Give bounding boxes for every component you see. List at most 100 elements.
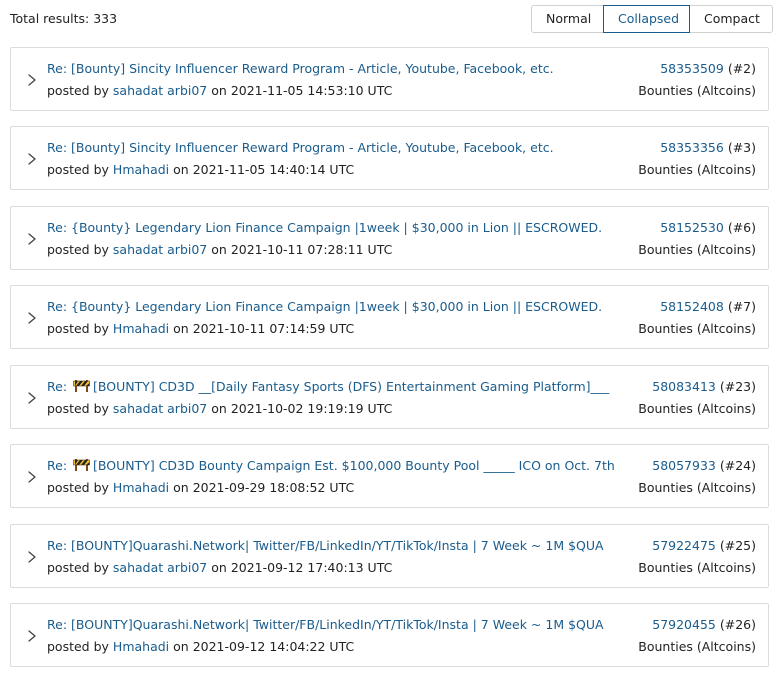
result-title-link[interactable]: Re: [BOUNTY]Quarashi.Network| Twitter/FB… xyxy=(47,538,604,553)
view-normal-button[interactable]: Normal xyxy=(531,5,604,33)
on-label: on xyxy=(211,83,227,98)
posted-by-label: posted by xyxy=(47,242,109,257)
author-link[interactable]: sahadat arbi07 xyxy=(113,560,207,575)
message-seq: (#3) xyxy=(727,140,756,155)
title-text: [Bounty] Sincity Influencer Reward Progr… xyxy=(71,140,554,155)
total-results-label: Total results: 333 xyxy=(10,11,118,26)
title-prefix: Re: xyxy=(47,617,71,632)
message-ref: 58152530 (#6) xyxy=(660,220,756,235)
posted-by-label: posted by xyxy=(47,639,109,654)
construction-barrier-icon xyxy=(73,458,90,472)
construction-barrier-icon xyxy=(73,379,90,393)
chevron-right-icon[interactable] xyxy=(25,73,39,87)
on-label: on xyxy=(173,480,189,495)
author-link[interactable]: sahadat arbi07 xyxy=(113,83,207,98)
author-link[interactable]: Hmahadi xyxy=(113,321,169,336)
author-link[interactable]: Hmahadi xyxy=(113,639,169,654)
message-ref: 57922475 (#25) xyxy=(652,538,756,553)
message-seq: (#24) xyxy=(719,458,756,473)
post-date: 2021-10-02 19:19:19 UTC xyxy=(230,401,393,416)
result-title-link[interactable]: Re: [BOUNTY] CD3D __[Daily Fantasy Sport… xyxy=(47,379,609,394)
on-label: on xyxy=(173,162,189,177)
title-text: {Bounty} Legendary Lion Finance Campaign… xyxy=(71,299,603,314)
board-name: Bounties (Altcoins) xyxy=(638,480,756,495)
posted-by-label: posted by xyxy=(47,162,109,177)
result-card: Re: [BOUNTY]Quarashi.Network| Twitter/FB… xyxy=(10,603,769,667)
chevron-right-icon[interactable] xyxy=(25,311,39,325)
title-prefix: Re: xyxy=(47,538,71,553)
message-ref: 58353509 (#2) xyxy=(660,61,756,76)
message-id-link[interactable]: 58057933 xyxy=(652,458,716,473)
result-title-link[interactable]: Re: [Bounty] Sincity Influencer Reward P… xyxy=(47,61,554,76)
chevron-right-icon[interactable] xyxy=(25,232,39,246)
post-meta: posted by sahadat arbi07 on 2021-11-05 1… xyxy=(47,83,392,98)
title-text: {Bounty} Legendary Lion Finance Campaign… xyxy=(71,220,603,235)
post-date: 2021-09-12 17:40:13 UTC xyxy=(230,560,393,575)
board-name: Bounties (Altcoins) xyxy=(638,83,756,98)
message-ref: 57920455 (#26) xyxy=(652,617,756,632)
message-seq: (#6) xyxy=(727,220,756,235)
board-name: Bounties (Altcoins) xyxy=(638,242,756,257)
post-date: 2021-10-11 07:28:11 UTC xyxy=(230,242,393,257)
message-seq: (#25) xyxy=(719,538,756,553)
posted-by-label: posted by xyxy=(47,560,109,575)
title-text: [BOUNTY] CD3D Bounty Campaign Est. $100,… xyxy=(93,458,615,473)
chevron-right-icon[interactable] xyxy=(25,470,39,484)
post-date: 2021-10-11 07:14:59 UTC xyxy=(192,321,355,336)
posted-by-label: posted by xyxy=(47,480,109,495)
results-toolbar: Total results: 333 Normal Collapsed Comp… xyxy=(0,0,778,40)
chevron-right-icon[interactable] xyxy=(25,391,39,405)
title-text: [BOUNTY] CD3D __[Daily Fantasy Sports (D… xyxy=(93,379,610,394)
board-name: Bounties (Altcoins) xyxy=(638,560,756,575)
post-meta: posted by sahadat arbi07 on 2021-10-02 1… xyxy=(47,401,392,416)
posted-by-label: posted by xyxy=(47,321,109,336)
post-meta: posted by Hmahadi on 2021-09-29 18:08:52… xyxy=(47,480,354,495)
author-link[interactable]: sahadat arbi07 xyxy=(113,401,207,416)
message-ref: 58152408 (#7) xyxy=(660,299,756,314)
post-date: 2021-11-05 14:40:14 UTC xyxy=(192,162,355,177)
title-prefix: Re: xyxy=(47,299,71,314)
view-compact-button[interactable]: Compact xyxy=(689,5,773,33)
post-meta: posted by Hmahadi on 2021-11-05 14:40:14… xyxy=(47,162,354,177)
result-card: Re: [BOUNTY] CD3D __[Daily Fantasy Sport… xyxy=(10,365,769,429)
author-link[interactable]: Hmahadi xyxy=(113,162,169,177)
message-id-link[interactable]: 58353356 xyxy=(660,140,724,155)
chevron-right-icon[interactable] xyxy=(25,550,39,564)
on-label: on xyxy=(211,401,227,416)
post-date: 2021-09-29 18:08:52 UTC xyxy=(192,480,355,495)
message-ref: 58083413 (#23) xyxy=(652,379,756,394)
result-title-link[interactable]: Re: {Bounty} Legendary Lion Finance Camp… xyxy=(47,299,602,314)
title-prefix: Re: xyxy=(47,379,71,394)
result-card: Re: [Bounty] Sincity Influencer Reward P… xyxy=(10,47,769,111)
message-id-link[interactable]: 58083413 xyxy=(652,379,716,394)
post-meta: posted by Hmahadi on 2021-09-12 14:04:22… xyxy=(47,639,354,654)
author-link[interactable]: sahadat arbi07 xyxy=(113,242,207,257)
board-name: Bounties (Altcoins) xyxy=(638,162,756,177)
on-label: on xyxy=(173,639,189,654)
message-id-link[interactable]: 58353509 xyxy=(660,61,724,76)
chevron-right-icon[interactable] xyxy=(25,152,39,166)
posted-by-label: posted by xyxy=(47,401,109,416)
result-card: Re: [BOUNTY] CD3D Bounty Campaign Est. $… xyxy=(10,444,769,508)
post-date: 2021-11-05 14:53:10 UTC xyxy=(230,83,393,98)
view-mode-toggle: Normal Collapsed Compact xyxy=(531,5,773,33)
result-title-link[interactable]: Re: [BOUNTY]Quarashi.Network| Twitter/FB… xyxy=(47,617,604,632)
message-seq: (#7) xyxy=(727,299,756,314)
title-text: [BOUNTY]Quarashi.Network| Twitter/FB/Lin… xyxy=(71,617,604,632)
message-id-link[interactable]: 58152530 xyxy=(660,220,724,235)
posted-by-label: posted by xyxy=(47,83,109,98)
title-prefix: Re: xyxy=(47,458,71,473)
result-title-link[interactable]: Re: [Bounty] Sincity Influencer Reward P… xyxy=(47,140,554,155)
message-id-link[interactable]: 57920455 xyxy=(652,617,716,632)
title-text: [Bounty] Sincity Influencer Reward Progr… xyxy=(71,61,554,76)
result-card: Re: {Bounty} Legendary Lion Finance Camp… xyxy=(10,206,769,270)
view-collapsed-button[interactable]: Collapsed xyxy=(603,5,690,33)
message-ref: 58057933 (#24) xyxy=(652,458,756,473)
post-date: 2021-09-12 14:04:22 UTC xyxy=(192,639,355,654)
author-link[interactable]: Hmahadi xyxy=(113,480,169,495)
message-id-link[interactable]: 58152408 xyxy=(660,299,724,314)
message-id-link[interactable]: 57922475 xyxy=(652,538,716,553)
result-title-link[interactable]: Re: {Bounty} Legendary Lion Finance Camp… xyxy=(47,220,602,235)
chevron-right-icon[interactable] xyxy=(25,629,39,643)
result-title-link[interactable]: Re: [BOUNTY] CD3D Bounty Campaign Est. $… xyxy=(47,458,615,473)
